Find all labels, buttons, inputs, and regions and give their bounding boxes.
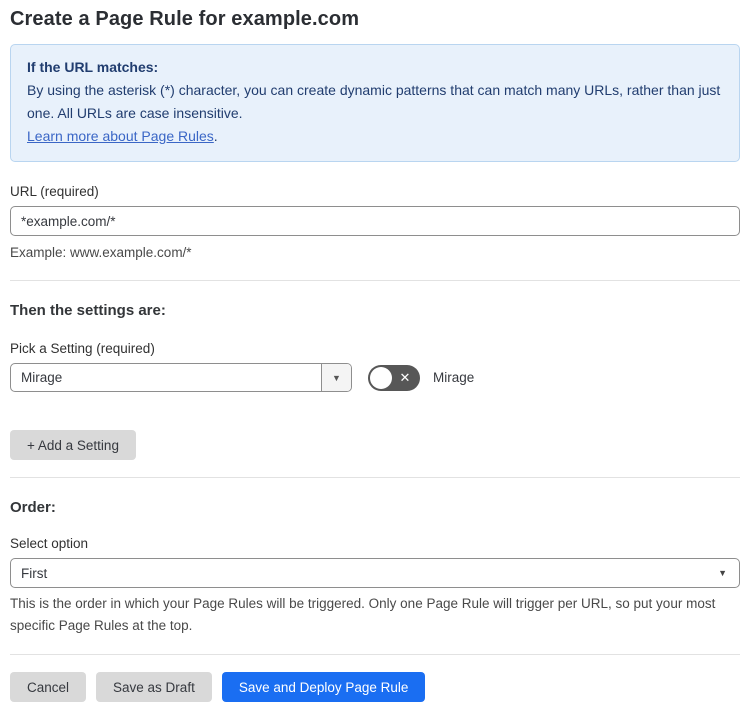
settings-section-heading: Then the settings are: [10, 302, 166, 319]
order-select-value: First [21, 565, 48, 581]
page-title: Create a Page Rule for example.com [10, 8, 360, 30]
order-section-heading: Order: [10, 499, 56, 516]
divider [10, 654, 740, 655]
pick-setting-label: Pick a Setting (required) [10, 341, 155, 356]
order-select-label: Select option [10, 536, 89, 551]
divider [10, 477, 740, 478]
toggle-off-x-icon: ✕ [399, 370, 411, 385]
chevron-down-icon: ▼ [718, 568, 727, 578]
setting-row: Mirage ▼ ✕ Mirage [10, 363, 740, 392]
url-match-info-box: If the URL matches: By using the asteris… [10, 44, 740, 162]
url-example-helper: Example: www.example.com/* [10, 245, 192, 260]
url-field-label: URL (required) [10, 184, 99, 199]
toggle-knob [370, 366, 392, 389]
setting-select-value: Mirage [21, 370, 63, 385]
order-helper-text: This is the order in which your Page Rul… [10, 596, 716, 633]
link-suffix: . [213, 128, 218, 144]
info-box-link-line: Learn more about Page Rules. [27, 125, 723, 148]
info-box-body: By using the asterisk (*) character, you… [27, 82, 721, 121]
cancel-button[interactable]: Cancel [10, 672, 87, 702]
mirage-toggle[interactable]: ✕ [368, 364, 420, 391]
url-input[interactable] [10, 206, 740, 236]
footer-actions: Cancel Save as Draft Save and Deploy Pag… [10, 672, 740, 702]
save-draft-button[interactable]: Save as Draft [96, 672, 212, 702]
toggle-label: Mirage [433, 370, 475, 385]
info-box-heading: If the URL matches: [27, 59, 159, 75]
save-deploy-button[interactable]: Save and Deploy Page Rule [221, 672, 426, 702]
divider [10, 280, 740, 281]
create-page-rule-form: Create a Page Rule for example.com If th… [0, 0, 750, 702]
add-setting-button[interactable]: + Add a Setting [10, 430, 136, 460]
setting-select[interactable]: Mirage ▼ [10, 363, 352, 392]
learn-more-link[interactable]: Learn more about Page Rules [27, 128, 214, 144]
order-select[interactable]: First ▼ [10, 558, 740, 588]
chevron-down-icon[interactable]: ▼ [321, 364, 351, 391]
